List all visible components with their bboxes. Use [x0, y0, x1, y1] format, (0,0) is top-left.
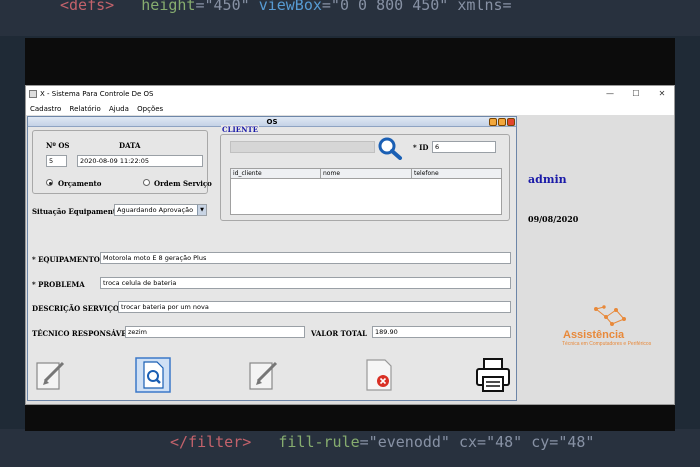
os-panel: Nº OS DATA 5 2020-08-09 11:22:05 Orçamen…: [32, 130, 212, 194]
situation-select[interactable]: Aguardando Aprovação ▼: [114, 204, 207, 216]
background-code-bottom: </filter> fill-rule="evenodd" cx="48" cy…: [0, 429, 700, 467]
situation-label: Situação Equipamento:: [32, 207, 124, 216]
radio-service-order-label: Ordem Serviço: [154, 179, 212, 188]
window-titlebar: X - Sistema Para Controle De OS — ☐ ✕: [26, 86, 674, 102]
menu-opcoes[interactable]: Opções: [137, 105, 163, 113]
frame-close-icon[interactable]: [507, 118, 515, 126]
delete-icon[interactable]: [361, 357, 397, 393]
technician-label: TÉCNICO RESPONSÁVEL: [32, 329, 132, 338]
client-id-field[interactable]: 6: [432, 141, 496, 153]
application-window: X - Sistema Para Controle De OS — ☐ ✕ Ca…: [25, 85, 675, 405]
desktop-pane: OS Nº OS DATA 5 2020-08-09 11:22:05 Orça…: [26, 115, 674, 404]
os-frame-title: OS: [266, 118, 278, 126]
menu-relatorio[interactable]: Relatório: [70, 105, 101, 113]
logo-name: Assistência: [563, 329, 625, 341]
search-icon[interactable]: [377, 136, 403, 160]
menu-cadastro[interactable]: Cadastro: [30, 105, 61, 113]
os-frame-titlebar[interactable]: OS: [28, 117, 516, 127]
print-icon[interactable]: [475, 357, 511, 393]
frame-minimize-icon[interactable]: [489, 118, 497, 126]
close-button[interactable]: ✕: [650, 86, 674, 102]
menu-ajuda[interactable]: Ajuda: [109, 105, 129, 113]
column-header[interactable]: telefone: [412, 169, 501, 179]
client-panel: CLIENTE * ID 6 id_cliente nome telefone: [220, 125, 510, 221]
radio-budget-label: Orçamento: [58, 179, 102, 188]
logged-user: admin: [528, 173, 567, 186]
column-header[interactable]: nome: [321, 169, 412, 179]
column-header[interactable]: id_cliente: [231, 169, 321, 179]
os-number-label: Nº OS: [46, 141, 70, 150]
maximize-button[interactable]: ☐: [624, 86, 648, 102]
create-icon[interactable]: [33, 357, 69, 393]
situation-value: Aguardando Aprovação: [117, 206, 194, 214]
equipment-field[interactable]: Motorola moto E 8 geração Plus: [100, 252, 511, 264]
minimize-button[interactable]: —: [598, 86, 622, 102]
radio-budget[interactable]: [46, 179, 53, 186]
network-logo-icon: [594, 305, 626, 326]
total-value-label: VALOR TOTAL: [311, 329, 368, 338]
client-table[interactable]: id_cliente nome telefone: [230, 168, 502, 215]
technician-field[interactable]: zezim: [125, 326, 305, 338]
total-value-field[interactable]: 189.90: [372, 326, 511, 338]
app-icon: [29, 90, 37, 98]
background-code-top: <defs> height="450" viewBox="0 0 800 450…: [0, 0, 700, 36]
equipment-label: * EQUIPAMENTO: [32, 255, 100, 264]
problem-label: * PROBLEMA: [32, 280, 85, 289]
radio-service-order[interactable]: [143, 179, 150, 186]
client-id-label: * ID: [413, 143, 429, 152]
service-description-label: DESCRIÇÃO SERVIÇO: [32, 304, 119, 313]
os-number-field[interactable]: 5: [46, 155, 67, 167]
edit-icon[interactable]: [246, 357, 282, 393]
window-title: X - Sistema Para Controle De OS: [40, 90, 154, 98]
service-description-field[interactable]: trocar bateria por um nova: [118, 301, 511, 313]
client-panel-title: CLIENTE: [221, 125, 260, 134]
chevron-down-icon: ▼: [197, 205, 206, 215]
menu-bar: Cadastro Relatório Ajuda Opções: [26, 103, 674, 115]
client-search-input[interactable]: [230, 141, 375, 153]
os-date-field[interactable]: 2020-08-09 11:22:05: [77, 155, 203, 167]
os-date-label: DATA: [119, 141, 141, 150]
os-internal-frame: OS Nº OS DATA 5 2020-08-09 11:22:05 Orça…: [27, 116, 517, 401]
search-icon[interactable]: [135, 357, 171, 393]
logo-tagline: Técnica em Computadores e Periféricos: [562, 341, 652, 347]
current-date: 09/08/2020: [528, 214, 579, 224]
frame-maximize-icon[interactable]: [498, 118, 506, 126]
problem-field[interactable]: troca celula de bateria: [100, 277, 511, 289]
